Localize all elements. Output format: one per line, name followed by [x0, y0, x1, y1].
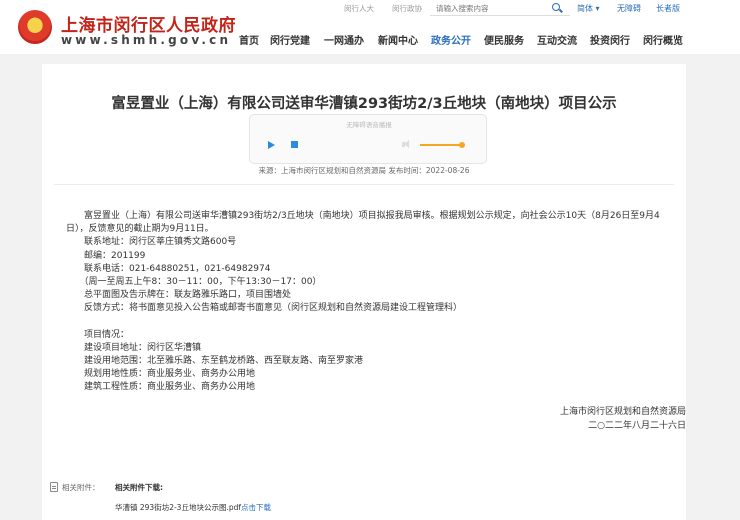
article-panel: 富昱置业（上海）有限公司送审华漕镇293街坊2/3丘地块（南地块）项目公示 无障…	[42, 64, 686, 520]
nav-interaction[interactable]: 互动交流	[537, 32, 577, 47]
language-select[interactable]: 简体 ▾	[577, 3, 600, 14]
top-link-renda[interactable]: 闵行人大	[344, 3, 374, 14]
nav-news[interactable]: 新闻中心	[378, 32, 418, 47]
article-body: 富昱置业（上海）有限公司送审华漕镇293街坊2/3丘地块（南地块）项目拟报我局审…	[66, 210, 676, 395]
player-tip: 无障碍语音播报	[346, 121, 392, 129]
article-title: 富昱置业（上海）有限公司送审华漕镇293街坊2/3丘地块（南地块）项目公示	[111, 96, 617, 112]
project-line: 规划用地性质：商业服务业、商务办公用地	[66, 369, 256, 380]
project-line: 建设用地范围：北至雅乐路、东至鹤龙桥路、西至联友路、南至罗家港	[66, 356, 364, 367]
nav-party[interactable]: 闵行党建	[270, 32, 310, 47]
body-paragraph: 邮编：201199	[66, 250, 146, 261]
signature-org: 上海市闵行区规划和自然资源局	[559, 407, 686, 417]
article-meta: 来源：上海市闵行区规划和自然资源局 发布时间：2022-08-26	[258, 166, 470, 175]
project-line: 建筑工程性质：商业服务业、商务办公用地	[66, 382, 256, 393]
body-paragraph: （周一至周五上午8：30－11：00，下午13:30－17：00）	[66, 277, 322, 288]
signature-date: 二○二二年八月二十六日	[588, 421, 686, 431]
attachments-label: 相关附件：	[50, 482, 100, 493]
divider	[54, 184, 674, 185]
volume-icon[interactable]	[402, 140, 412, 149]
search-input[interactable]	[436, 2, 546, 14]
attachment-icon	[50, 482, 58, 492]
body-paragraph: 反馈方式：将书面意见投入公告箱或邮寄书面意见（闵行区规划和自然资源局建设工程管理…	[66, 303, 463, 314]
body-paragraph: 富昱置业（上海）有限公司送审华漕镇293街坊2/3丘地块（南地块）项目拟报我局审…	[66, 211, 660, 235]
language-label: 简体	[577, 4, 593, 13]
attachments-label-text: 相关附件：	[62, 483, 100, 492]
search-icon[interactable]	[552, 3, 560, 11]
project-line: 建设项目地址：闵行区华漕镇	[66, 342, 202, 353]
national-emblem-icon	[18, 10, 52, 44]
download-heading: 相关附件下载:	[115, 483, 163, 492]
nav-home[interactable]: 首页	[239, 32, 259, 47]
attachment-file: 华漕镇 293街坊2-3丘地块公示图.pdf点击下载	[115, 502, 271, 513]
body-paragraph: 联系电话：021-64880251，021-64982974	[66, 263, 271, 274]
body-paragraph: 联系地址：闵行区莘庄镇秀文路600号	[66, 237, 237, 248]
nav-overview[interactable]: 闵行概览	[643, 32, 683, 47]
audio-player: 无障碍语音播报	[249, 114, 487, 164]
download-link[interactable]: 点击下载	[241, 503, 271, 512]
volume-slider[interactable]	[420, 144, 462, 146]
site-url: www.shmh.gov.cn	[61, 33, 232, 47]
nav-online-service[interactable]: 一网通办	[324, 32, 364, 47]
nav-services[interactable]: 便民服务	[484, 32, 524, 47]
site-header: 上海市闵行区人民政府 www.shmh.gov.cn 闵行人大 闵行政协 简体 …	[0, 0, 740, 54]
play-icon[interactable]	[268, 141, 275, 149]
file-name[interactable]: 华漕镇 293街坊2-3丘地块公示图.pdf	[115, 503, 241, 512]
elder-mode-link[interactable]: 长者版	[656, 3, 680, 14]
body-paragraph: 总平面图及告示牌在：联友路雅乐路口，项目围墙处	[66, 290, 292, 301]
barrier-free-link[interactable]: 无障碍	[617, 3, 641, 14]
top-link-zhengxie[interactable]: 闵行政协	[392, 3, 422, 14]
nav-gov-affairs[interactable]: 政务公开	[431, 32, 471, 47]
stop-icon[interactable]	[291, 141, 298, 148]
project-line: 项目情况：	[66, 329, 130, 340]
search-box	[430, 0, 570, 16]
nav-invest[interactable]: 投资闵行	[590, 32, 630, 47]
volume-knob[interactable]	[459, 142, 465, 148]
